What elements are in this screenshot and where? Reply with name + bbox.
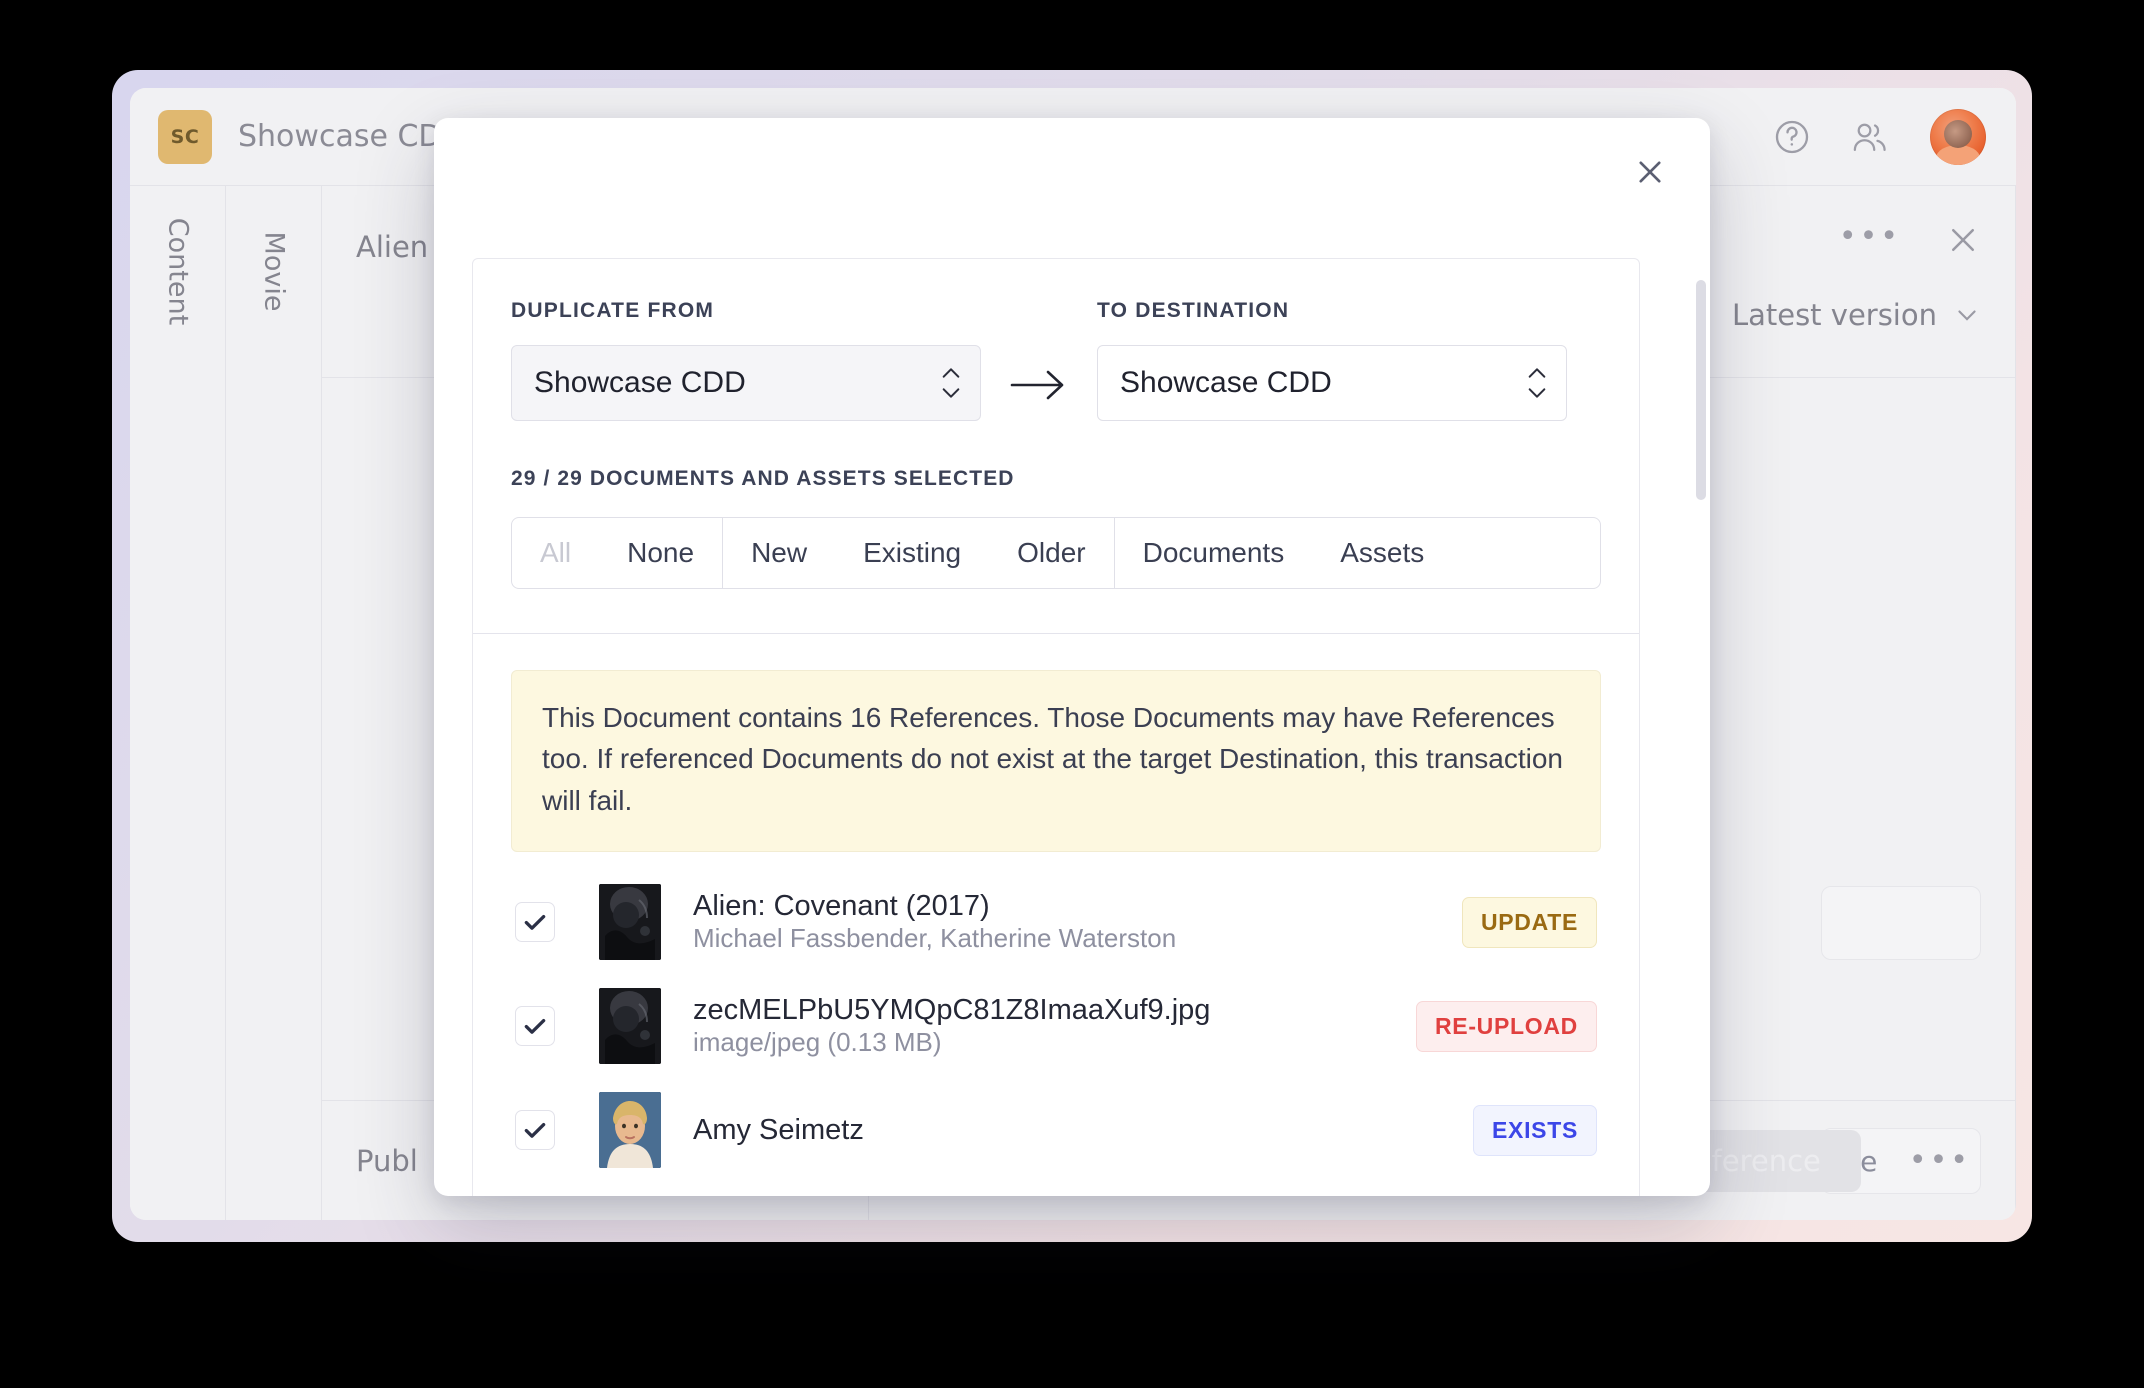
row-text: Alien: Covenant (2017) Michael Fassbende…	[693, 890, 1438, 954]
help-circle-icon[interactable]	[1772, 117, 1812, 157]
table-row[interactable]: zecMELPbU5YMQpC81Z8ImaaXuf9.jpg image/jp…	[511, 974, 1601, 1078]
row-checkbox[interactable]	[515, 1006, 555, 1047]
row-title: zecMELPbU5YMQpC81Z8ImaaXuf9.jpg	[693, 994, 1211, 1027]
chevron-down-icon	[1958, 310, 1976, 321]
filter-new[interactable]: New	[723, 518, 835, 588]
duplicate-panel-header: Duplicate From Showcase CDD	[473, 259, 1639, 633]
duplicate-from-group: Duplicate From Showcase CDD	[511, 299, 981, 421]
table-row[interactable]: Alien: Covenant (2017) Michael Fassbende…	[511, 870, 1601, 974]
reference-warning: This Document contains 16 References. Th…	[511, 670, 1601, 853]
row-text: Amy Seimetz	[693, 1114, 1449, 1147]
filter-group-type: Documents Assets	[1113, 518, 1453, 588]
row-subtitle: image/jpeg (0.13 MB)	[693, 1027, 942, 1058]
status-badge: EXISTS	[1472, 1104, 1597, 1156]
duplicate-from-select[interactable]: Showcase CDD	[511, 345, 981, 421]
to-destination-group: To Destination Showcase CDD	[1097, 299, 1567, 421]
project-title: Showcase CDD	[238, 119, 465, 154]
duplicate-route-row: Duplicate From Showcase CDD	[511, 299, 1601, 421]
table-row[interactable]: Billy Crudup EXISTS	[511, 1182, 1601, 1196]
modal-scrollbar[interactable]	[1696, 180, 1706, 1188]
filter-group-select: All None	[512, 518, 722, 588]
rail-label-movie: Movie	[258, 231, 289, 312]
filter-all: All	[540, 537, 572, 568]
filter-documents[interactable]: Documents	[1115, 518, 1313, 588]
detail-close-icon[interactable]	[1945, 222, 1981, 265]
filter-toolbar: All None New Existing Older Documents As…	[511, 517, 1601, 589]
duplicate-dialog: Duplicate From Showcase CDD	[434, 118, 1710, 1196]
detail-stub-field[interactable]	[1821, 886, 1981, 960]
sidebar-rail-movie[interactable]: Movie	[226, 186, 322, 1220]
filter-group-state: New Existing Older	[722, 518, 1114, 588]
row-title: Amy Seimetz	[693, 1113, 864, 1146]
selection-count: 29 / 29 Documents and Assets selected	[511, 467, 1015, 490]
to-destination-label: To Destination	[1097, 299, 1290, 322]
users-icon[interactable]	[1850, 116, 1892, 158]
publish-label: Publ	[356, 1143, 418, 1178]
filter-none[interactable]: None	[599, 518, 722, 588]
arrow-right-icon	[981, 365, 1097, 421]
row-subtitle: Michael Fassbender, Katherine Waterston	[693, 923, 1177, 954]
row-text: zecMELPbU5YMQpC81Z8ImaaXuf9.jpg image/jp…	[693, 994, 1392, 1058]
project-badge[interactable]: SC	[158, 109, 212, 164]
close-icon[interactable]	[1624, 146, 1676, 198]
duplicate-from-value: Showcase CDD	[534, 366, 746, 399]
duplicate-panel-list: This Document contains 16 References. Th…	[473, 634, 1639, 1196]
row-checkbox[interactable]	[515, 902, 555, 943]
filter-older[interactable]: Older	[989, 518, 1113, 588]
table-row[interactable]: Amy Seimetz EXISTS	[511, 1078, 1601, 1182]
filter-assets[interactable]: Assets	[1312, 518, 1452, 588]
row-thumbnail	[599, 884, 661, 961]
to-destination-select[interactable]: Showcase CDD	[1097, 345, 1567, 421]
row-title: Alien: Covenant (2017)	[693, 890, 990, 923]
sidebar-rail-content[interactable]: Content	[130, 186, 226, 1220]
filter-existing[interactable]: Existing	[835, 518, 989, 588]
topbar-actions	[1772, 108, 1986, 165]
row-checkbox[interactable]	[515, 1110, 555, 1151]
row-thumbnail	[599, 988, 661, 1065]
status-badge: RE-UPLOAD	[1415, 1000, 1597, 1052]
row-thumbnail	[599, 1092, 661, 1169]
footer-more-menu[interactable]: •••	[1909, 1145, 1971, 1176]
detail-more-menu[interactable]: •••	[1839, 222, 1901, 252]
screenshot-root: SC Showcase CDD Content Movie Alien Publ…	[0, 0, 2144, 1388]
version-selector[interactable]: Latest version	[1732, 298, 1981, 332]
duplicate-from-label: Duplicate From	[511, 299, 715, 322]
modal-scrollbar-thumb[interactable]	[1696, 280, 1706, 500]
rail-label-content: Content	[162, 217, 193, 326]
to-destination-value: Showcase CDD	[1120, 366, 1332, 399]
document-rows: Alien: Covenant (2017) Michael Fassbende…	[511, 870, 1601, 1196]
chevron-updown-icon	[1526, 366, 1548, 400]
avatar[interactable]	[1930, 108, 1986, 165]
chevron-updown-icon	[940, 366, 962, 400]
status-badge: UPDATE	[1461, 896, 1597, 948]
duplicate-panel: Duplicate From Showcase CDD	[472, 258, 1640, 1196]
version-label: Latest version	[1731, 298, 1937, 332]
